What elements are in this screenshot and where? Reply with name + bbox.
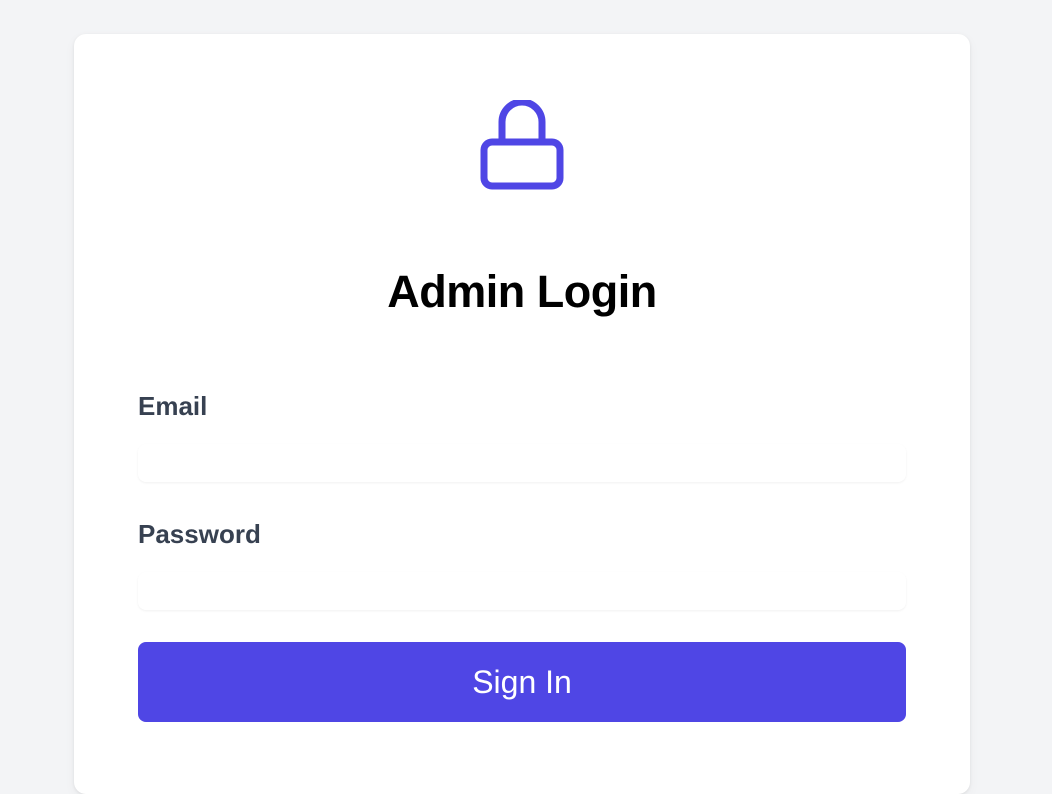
email-label: Email [138,391,208,421]
email-field[interactable] [138,444,906,482]
login-card: Admin Login Email Password Sign In [74,34,970,794]
lock-icon [480,100,564,190]
page-title: Admin Login [387,266,657,317]
password-label: Password [138,519,261,549]
sign-in-button[interactable]: Sign In [138,642,906,722]
password-field[interactable] [138,572,906,610]
